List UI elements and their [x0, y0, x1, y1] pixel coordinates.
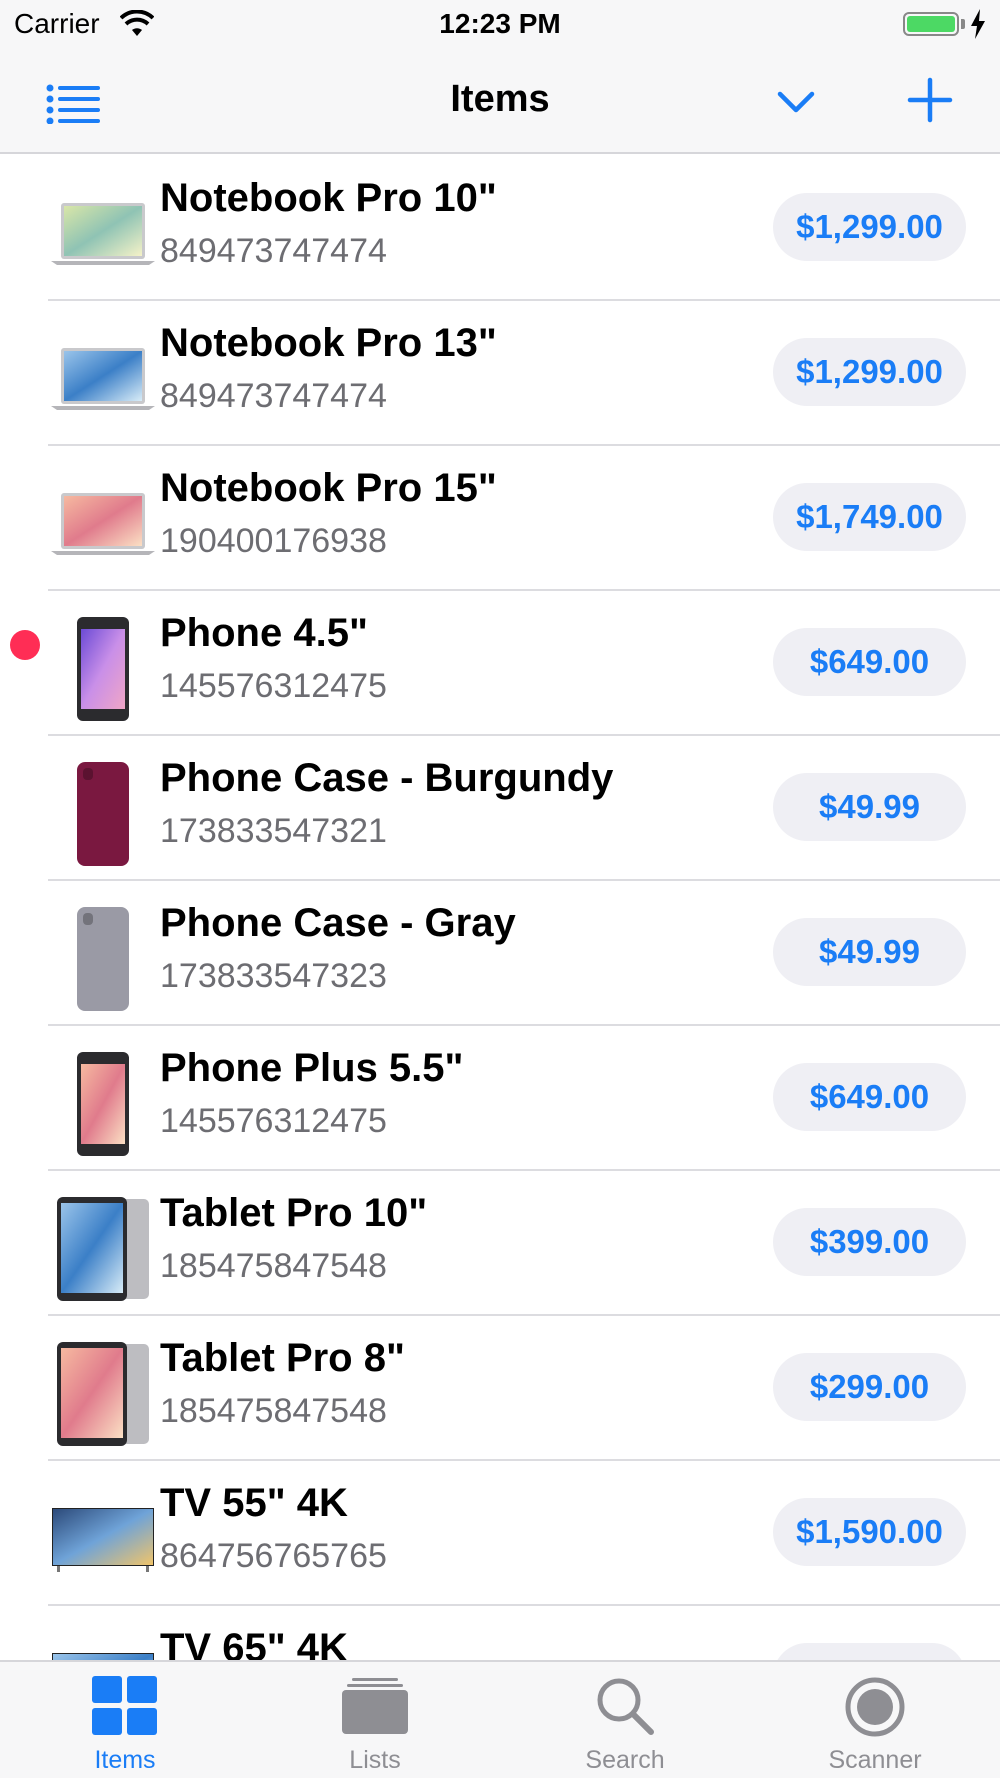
item-name: TV 65" 4K [160, 1626, 348, 1660]
item-barcode: 849473747474 [160, 377, 387, 415]
item-thumbnail [48, 1193, 158, 1305]
price-button[interactable]: $1,749.00 [773, 483, 966, 551]
list-item[interactable]: Notebook Pro 10" 849473747474 $1,299.00 [0, 156, 1000, 301]
item-thumbnail [48, 323, 158, 435]
price-button[interactable]: $649.00 [773, 628, 966, 696]
list-item[interactable]: Notebook Pro 15" 190400176938 $1,749.00 [0, 446, 1000, 591]
item-thumbnail [48, 1048, 158, 1160]
unread-dot [10, 630, 40, 660]
item-thumbnail [48, 758, 158, 870]
status-bar: Carrier 12:23 PM [0, 0, 1000, 50]
list-item[interactable]: TV 65" 4K [0, 1606, 1000, 1660]
battery-icon [903, 12, 959, 36]
status-time: 12:23 PM [439, 8, 561, 39]
add-item-button[interactable] [906, 76, 954, 124]
item-name: TV 55" 4K [160, 1481, 348, 1525]
chevron-down-icon[interactable] [776, 84, 816, 120]
item-thumbnail [48, 468, 158, 580]
item-name: Notebook Pro 10" [160, 176, 497, 220]
price-button[interactable]: $49.99 [773, 918, 966, 986]
item-name: Phone Plus 5.5" [160, 1046, 464, 1090]
list-item[interactable]: Phone 4.5" 145576312475 $649.00 [0, 591, 1000, 736]
item-name: Notebook Pro 13" [160, 321, 497, 365]
tab-label: Scanner [828, 1746, 922, 1774]
item-thumbnail [48, 1483, 158, 1595]
item-name: Phone Case - Gray [160, 901, 516, 945]
list-item[interactable]: Notebook Pro 13" 849473747474 $1,299.00 [0, 301, 1000, 446]
navigation-bar: Items [0, 50, 1000, 154]
tab-label: Items [94, 1746, 156, 1774]
price-button[interactable]: $1,299.00 [773, 338, 966, 406]
item-name: Tablet Pro 10" [160, 1191, 428, 1235]
item-barcode: 849473747474 [160, 232, 387, 270]
item-barcode: 173833547323 [160, 957, 387, 995]
items-list: Notebook Pro 10" 849473747474 $1,299.00 Not… [0, 156, 1000, 1660]
item-barcode: 190400176938 [160, 522, 387, 560]
list-item[interactable]: Phone Case - Gray 173833547323 $49.99 [0, 881, 1000, 1026]
tab-label: Search [585, 1746, 665, 1774]
item-thumbnail [48, 1338, 158, 1450]
item-barcode: 145576312475 [160, 1102, 387, 1140]
item-thumbnail [48, 613, 158, 725]
item-thumbnail [48, 903, 158, 1015]
item-barcode: 864756765765 [160, 1537, 387, 1575]
item-barcode: 145576312475 [160, 667, 387, 705]
item-barcode: 185475847548 [160, 1247, 387, 1285]
price-button[interactable]: $299.00 [773, 1353, 966, 1421]
tab-bar: Items Lists Search Scanner [0, 1660, 1000, 1778]
item-barcode: 185475847548 [160, 1392, 387, 1430]
grid-icon [92, 1676, 157, 1735]
tab-scanner[interactable]: Scanner [750, 1662, 1000, 1778]
item-name: Tablet Pro 8" [160, 1336, 405, 1380]
tab-lists[interactable]: Lists [250, 1662, 500, 1778]
price-button[interactable]: $1,590.00 [773, 1498, 966, 1566]
price-button[interactable]: $399.00 [773, 1208, 966, 1276]
battery-cap [961, 19, 965, 29]
item-name: Notebook Pro 15" [160, 466, 497, 510]
price-button[interactable]: $49.99 [773, 773, 966, 841]
list-item[interactable]: Tablet Pro 8" 185475847548 $299.00 [0, 1316, 1000, 1461]
tab-label: Lists [349, 1746, 401, 1774]
item-thumbnail [48, 178, 158, 290]
charging-bolt-icon [971, 9, 985, 39]
list-item[interactable]: Phone Case - Burgundy 173833547321 $49.99 [0, 736, 1000, 881]
tab-items[interactable]: Items [0, 1662, 250, 1778]
price-button[interactable]: $649.00 [773, 1063, 966, 1131]
list-item[interactable]: Tablet Pro 10" 185475847548 $399.00 [0, 1171, 1000, 1316]
item-barcode: 173833547321 [160, 812, 387, 850]
item-thumbnail [48, 1628, 158, 1660]
tab-search[interactable]: Search [500, 1662, 750, 1778]
page-title: Items [450, 78, 550, 120]
list-item[interactable]: TV 55" 4K 864756765765 $1,590.00 [0, 1461, 1000, 1606]
magnifier-icon [597, 1678, 654, 1735]
item-name: Phone 4.5" [160, 611, 368, 655]
record-icon [845, 1677, 905, 1737]
list-item[interactable]: Phone Plus 5.5" 145576312475 $649.00 [0, 1026, 1000, 1171]
item-name: Phone Case - Burgundy [160, 756, 614, 800]
tray-icon [342, 1678, 408, 1734]
price-button[interactable] [773, 1643, 966, 1660]
price-button[interactable]: $1,299.00 [773, 193, 966, 261]
